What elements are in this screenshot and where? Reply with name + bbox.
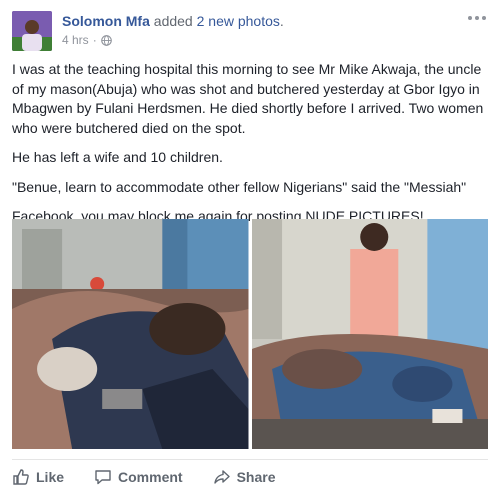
author-name[interactable]: Solomon Mfa [62,13,150,29]
thumbs-up-icon [13,469,29,485]
post-text: I was at the teaching hospital this morn… [12,60,490,237]
meta-separator: · [92,33,97,47]
author-avatar[interactable] [12,11,52,51]
hospital-ward-photo-image [251,219,488,449]
post-paragraph: "Benue, learn to accommodate other fello… [12,178,467,195]
post-meta: 4 hrs · [62,33,112,47]
actions-divider [12,459,488,460]
share-arrow-icon [213,470,230,484]
globe-icon[interactable] [100,34,112,46]
share-button[interactable]: Share [213,462,276,492]
photo-grid [12,219,488,449]
hospital-bed-photo-image [12,219,249,449]
speech-bubble-icon [95,470,111,485]
post-timestamp[interactable]: 4 hrs [62,33,89,47]
action-suffix: . [279,13,284,29]
photo-2[interactable] [251,219,488,449]
photo-1[interactable] [12,219,249,449]
share-label: Share [236,469,276,485]
photos-link[interactable]: 2 new photos [197,13,280,29]
post-paragraph: He has left a wife and 10 children. [12,149,223,165]
post-paragraph: I was at the teaching hospital this morn… [12,61,484,136]
ellipsis-icon[interactable] [466,12,488,24]
avatar-image [12,11,52,51]
like-button[interactable]: Like [12,462,64,492]
action-prefix: added [153,13,193,29]
like-label: Like [36,469,65,485]
facebook-post-card: Solomon Mfa added 2 new photos. 4 hrs · … [0,0,500,496]
post-header: Solomon Mfa added 2 new photos. [62,12,284,30]
post-actions-bar: Like Comment Share [12,462,306,492]
post-action-text: added 2 new photos. [154,13,284,29]
comment-button[interactable]: Comment [94,462,183,492]
comment-label: Comment [118,469,183,485]
